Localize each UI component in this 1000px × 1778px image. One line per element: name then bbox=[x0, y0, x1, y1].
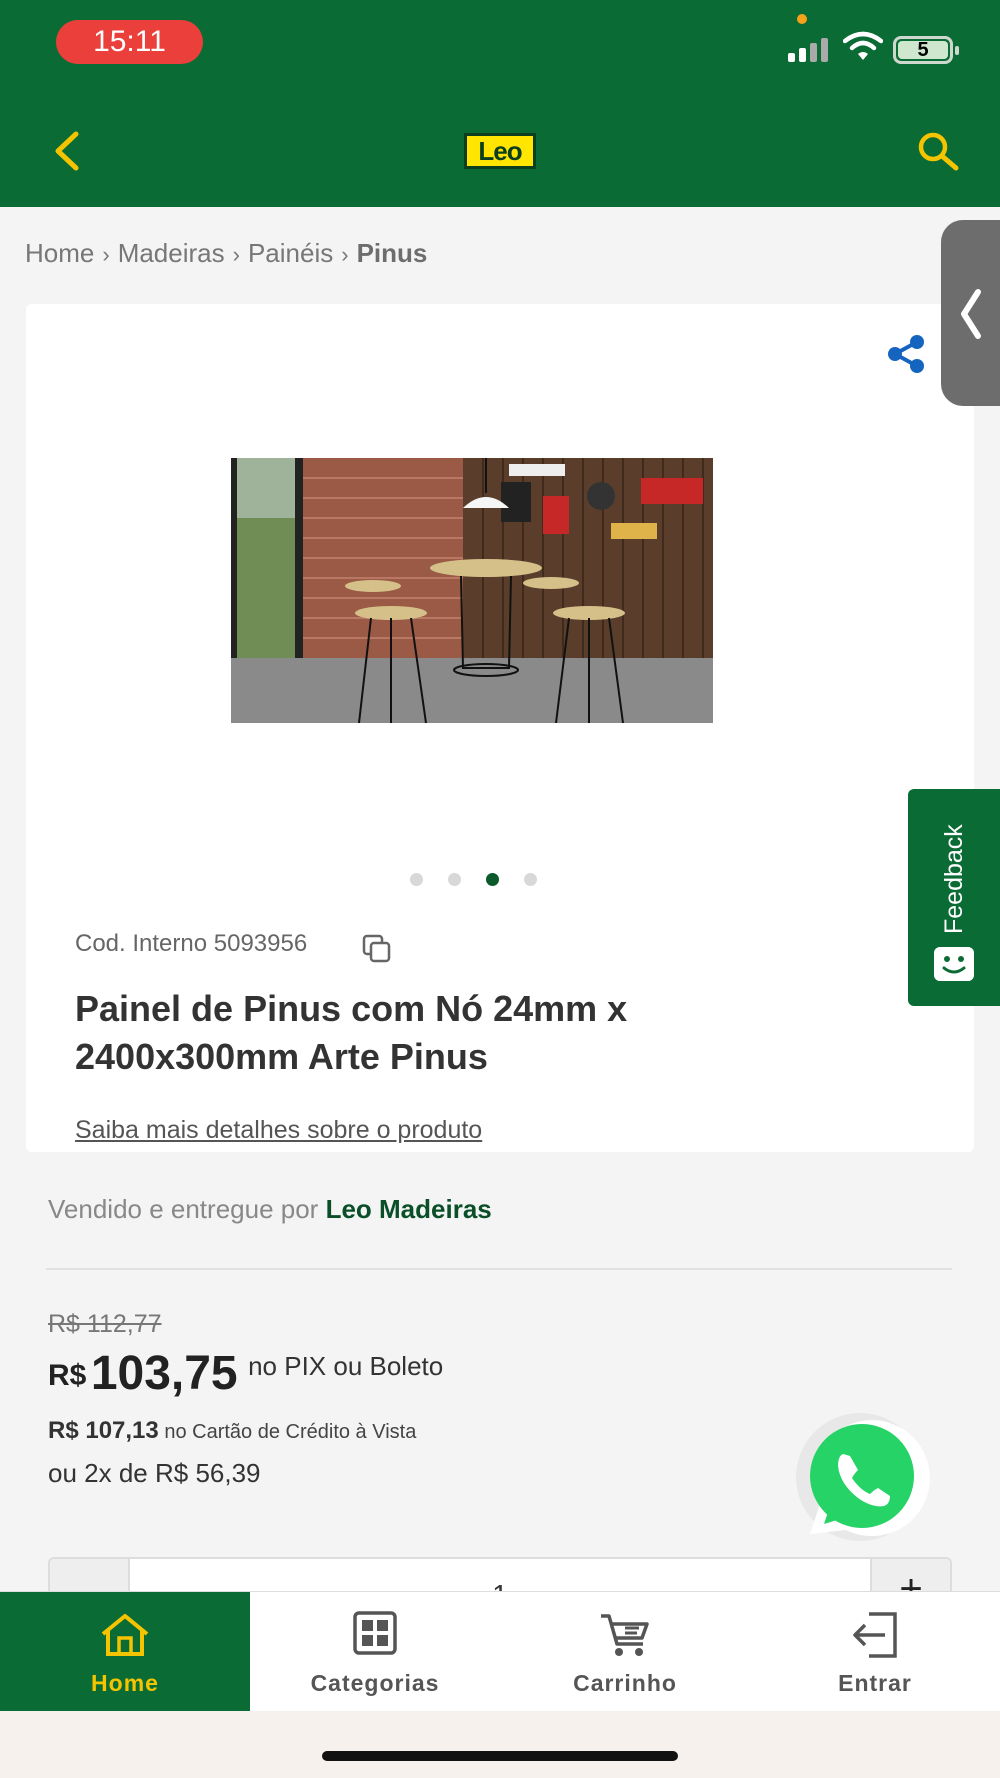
side-drawer-tab[interactable] bbox=[941, 220, 1000, 406]
product-title: Painel de Pinus com Nó 24mm x 2400x300mm… bbox=[75, 988, 628, 1077]
card-price-value: R$ 107,13 bbox=[48, 1417, 159, 1444]
share-icon[interactable] bbox=[884, 334, 928, 374]
price-value: 103,75 bbox=[90, 1347, 238, 1400]
nav-cart-label: Carrinho bbox=[573, 1670, 677, 1696]
bottom-navigation: Home Categorias Carrinho Entrar bbox=[0, 1591, 1000, 1712]
nav-home-label: Home bbox=[91, 1670, 159, 1696]
cart-icon bbox=[601, 1614, 649, 1656]
search-button[interactable] bbox=[914, 128, 962, 176]
nav-home[interactable]: Home bbox=[0, 1592, 250, 1712]
breadcrumb-separator: › bbox=[341, 242, 349, 267]
installment-value: R$ 56,39 bbox=[154, 1458, 261, 1488]
card-price-note: no Cartão de Crédito à Vista bbox=[164, 1421, 417, 1443]
app-header: 15:11 5 Leo bbox=[0, 0, 1000, 207]
grid-icon bbox=[353, 1611, 397, 1655]
product-image[interactable] bbox=[231, 458, 713, 723]
leo-logo[interactable]: Leo bbox=[464, 133, 536, 169]
breadcrumb-separator: › bbox=[232, 242, 240, 267]
carousel-dot[interactable] bbox=[448, 873, 461, 886]
installment-info: ou 2x de R$ 56,39 bbox=[48, 1458, 261, 1489]
old-price: R$ 112,77 bbox=[48, 1310, 162, 1338]
breadcrumb-paineis[interactable]: Painéis bbox=[248, 238, 333, 268]
cellular-signal-icon bbox=[788, 36, 832, 62]
main-price: R$ 103,75 no PIX ou Boleto bbox=[48, 1346, 443, 1401]
battery-level: 5 bbox=[898, 40, 948, 60]
nav-categories-label: Categorias bbox=[310, 1670, 440, 1696]
status-time: 15:11 bbox=[56, 20, 203, 64]
home-icon bbox=[101, 1614, 149, 1656]
breadcrumb-home[interactable]: Home bbox=[25, 238, 94, 268]
wifi-icon bbox=[843, 31, 883, 60]
whatsapp-icon[interactable] bbox=[780, 1412, 940, 1547]
back-button[interactable] bbox=[46, 126, 86, 176]
login-icon bbox=[853, 1612, 897, 1658]
divider bbox=[46, 1268, 952, 1270]
chevron-left-icon bbox=[961, 289, 981, 339]
carousel-dot-active[interactable] bbox=[486, 873, 499, 886]
price-currency: R$ bbox=[48, 1359, 87, 1392]
breadcrumb: Home › Madeiras › Painéis › Pinus bbox=[25, 238, 427, 269]
nav-login-label: Entrar bbox=[838, 1670, 912, 1696]
product-code: Cod. Interno 5093956 bbox=[75, 930, 308, 957]
seller-info: Vendido e entregue por Leo Madeiras bbox=[48, 1194, 492, 1225]
card-price: R$ 107,13 no Cartão de Crédito à Vista bbox=[48, 1417, 416, 1445]
price-note: no PIX ou Boleto bbox=[248, 1351, 444, 1381]
seller-name[interactable]: Leo Madeiras bbox=[326, 1194, 492, 1224]
nav-cart[interactable]: Carrinho bbox=[500, 1592, 750, 1712]
feedback-label: Feedback bbox=[940, 824, 968, 934]
system-home-area bbox=[0, 1711, 1000, 1778]
nav-categories[interactable]: Categorias bbox=[250, 1592, 500, 1712]
product-details-link[interactable]: Saiba mais detalhes sobre o produto bbox=[75, 1116, 482, 1145]
copy-icon[interactable] bbox=[362, 934, 392, 964]
seller-prefix: Vendido e entregue por bbox=[48, 1194, 319, 1224]
feedback-button[interactable]: Feedback bbox=[908, 789, 1000, 1006]
breadcrumb-current: Pinus bbox=[356, 238, 428, 268]
breadcrumb-madeiras[interactable]: Madeiras bbox=[118, 238, 225, 268]
breadcrumb-separator: › bbox=[102, 242, 110, 267]
privacy-indicator bbox=[797, 14, 807, 24]
home-indicator[interactable] bbox=[322, 1751, 678, 1761]
carousel-dot[interactable] bbox=[524, 873, 537, 886]
nav-login[interactable]: Entrar bbox=[750, 1592, 1000, 1712]
carousel-dot[interactable] bbox=[410, 873, 423, 886]
battery-icon: 5 bbox=[893, 36, 959, 64]
installment-prefix: ou 2x de bbox=[48, 1458, 148, 1488]
smiley-chat-icon bbox=[934, 947, 974, 981]
